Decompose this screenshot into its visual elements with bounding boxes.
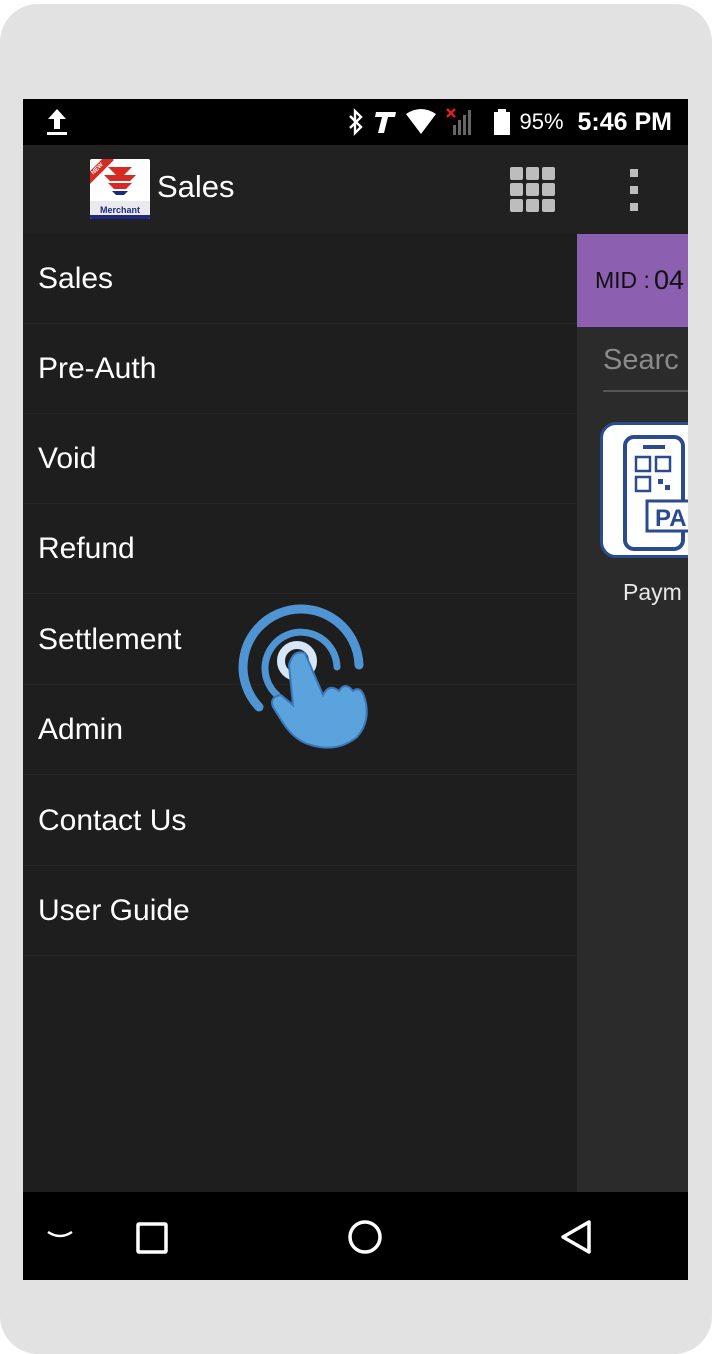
tap-hand-icon [238,604,368,749]
recent-apps-button[interactable] [136,1222,168,1254]
clock: 5:46 PM [577,107,672,136]
drawer-item-void[interactable]: Void [23,414,577,504]
mid-value: 04 [653,265,684,295]
system-nav-bar [23,1192,688,1280]
overflow-menu-icon[interactable] [629,169,639,211]
hide-keyboard-icon[interactable] [45,1228,75,1242]
battery-icon [494,109,511,135]
app-bar: Merchant NEW Sales [23,145,688,234]
wifi-icon [406,109,437,134]
phone-screen: 95% 5:46 PM Merchant NEW Sales MID: 04 … [23,99,688,1280]
search-input[interactable]: Searc [603,344,688,392]
t-mobile-icon [375,112,397,133]
bluetooth-icon [349,108,364,136]
logo-underline [90,215,150,219]
logo-merchant-text: Merchant [99,205,140,215]
drawer-item-pre-auth[interactable]: Pre-Auth [23,324,577,414]
grid-view-icon[interactable] [510,167,556,213]
drawer-item-sales[interactable]: Sales [23,234,577,324]
mid-label: MID : [595,267,650,293]
upload-icon [47,109,67,135]
battery-percent: 95% [519,109,564,134]
device-frame: 95% 5:46 PM Merchant NEW Sales MID: 04 … [0,4,712,1354]
signal-off-icon [446,108,472,135]
qr-payment-icon [623,435,688,551]
drawer-item-refund[interactable]: Refund [23,504,577,594]
back-button[interactable] [559,1218,593,1256]
payment-tile-text: PA [655,505,687,532]
page-title: Sales [157,169,235,204]
merchant-logo: Merchant NEW [90,159,150,219]
mid-banner: MID : 04 [577,234,688,327]
drawer-item-contact-us[interactable]: Contact Us [23,776,577,866]
drawer-item-user-guide[interactable]: User Guide [23,866,577,956]
status-bar: 95% 5:46 PM [23,99,688,145]
home-button[interactable] [347,1219,383,1255]
payment-tile[interactable]: PA [600,422,688,558]
payment-tile-label: Paym [623,579,682,605]
